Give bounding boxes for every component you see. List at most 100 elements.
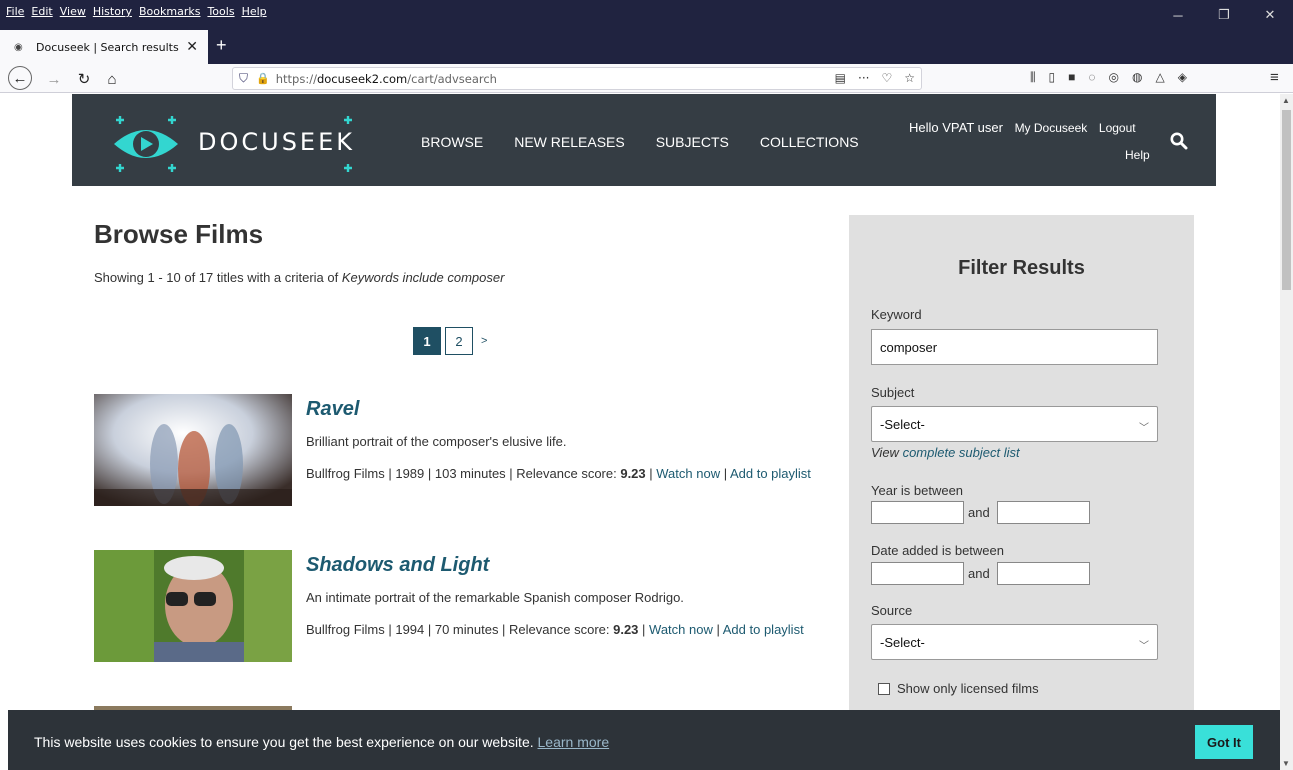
logo-text[interactable]: DOCUSEEK [198,128,355,156]
learn-more-link[interactable]: Learn more [538,734,610,750]
scroll-up-icon[interactable]: ▲ [1282,96,1290,105]
watch-now-link[interactable]: Watch now [649,622,713,637]
next-page-link[interactable]: > [481,335,487,347]
filter-heading: Filter Results [958,257,1085,279]
site-header: DOCUSEEK BROWSE NEW RELEASES SUBJECTS CO… [72,94,1216,186]
menu-edit[interactable]: Edit [31,5,52,18]
main-nav: BROWSE NEW RELEASES SUBJECTS COLLECTIONS [421,134,859,150]
filter-panel: Filter Results Keyword composer Subject … [849,215,1194,770]
sidebar-icon[interactable]: ▯ [1049,70,1056,85]
forward-arrow-icon[interactable]: → [42,67,66,91]
date-to-input[interactable] [997,562,1090,585]
new-tab-icon[interactable]: + [216,35,227,56]
menu-view[interactable]: View [60,5,86,18]
film-title-link[interactable]: Ravel [306,398,359,421]
film-result: Shadows and Light An intimate portrait o… [94,550,814,670]
page-actions-icon[interactable]: ··· [858,71,869,85]
address-bar[interactable]: ⛉ 🔒 https://docuseek2.com/cart/advsearch… [232,67,922,90]
film-thumbnail[interactable] [94,550,292,662]
browser-tab[interactable]: ◉ Docuseek | Search results ✕ [0,30,208,64]
tab-title: Docuseek | Search results [36,40,179,54]
and-label: and [968,505,990,520]
menu-file[interactable]: File [6,5,24,18]
film-title-link[interactable]: Shadows and Light [306,554,489,577]
nav-browse[interactable]: BROWSE [421,134,483,150]
subject-list-text: View complete subject list [871,445,1020,460]
reload-icon[interactable]: ↻ [72,67,96,91]
nav-new-releases[interactable]: NEW RELEASES [514,134,624,150]
licensed-checkbox[interactable] [878,682,890,695]
and-label: and [968,566,990,581]
menu-tools[interactable]: Tools [207,5,234,18]
chevron-down-icon: ﹀ [1139,423,1149,434]
film-result: Ravel Brilliant portrait of the composer… [94,394,814,514]
bookmark-star-icon[interactable]: ☆ [904,71,915,85]
extension-icon[interactable]: ◍ [1132,70,1142,85]
warning-lock-icon[interactable]: 🔒 [256,72,270,85]
add-to-playlist-link[interactable]: Add to playlist [730,466,811,481]
nav-subjects[interactable]: SUBJECTS [656,134,729,150]
source-select[interactable]: -Select- ﹀ [871,624,1158,660]
user-greeting: Hello VPAT user [909,120,1003,135]
reader-view-icon[interactable]: ▤ [835,71,846,85]
extension-icon[interactable]: ◌ [1088,70,1095,85]
close-window-icon[interactable]: ✕ [1247,0,1293,30]
date-added-label: Date added is between [871,543,1004,558]
got-it-button[interactable]: Got It [1195,725,1253,759]
licensed-checkbox-row[interactable]: Show only licensed films [878,681,1039,696]
minimize-icon[interactable]: ─ [1155,0,1201,30]
keyword-label: Keyword [871,307,922,322]
pagination: 1 2 > [413,327,487,355]
relevance-score: 9.23 [620,466,646,481]
web-page: DOCUSEEK BROWSE NEW RELEASES SUBJECTS CO… [0,94,1280,770]
results-summary: Showing 1 - 10 of 17 titles with a crite… [94,270,505,285]
relevance-score: 9.23 [613,622,639,637]
user-nav: Hello VPAT user My Docuseek Logout [909,120,1136,135]
add-to-playlist-link[interactable]: Add to playlist [723,622,804,637]
film-thumbnail[interactable] [94,394,292,506]
search-icon[interactable] [1170,132,1188,150]
extension-icon[interactable]: ■ [1068,70,1075,85]
tab-bar: ◉ Docuseek | Search results ✕ + [0,30,1293,64]
keyword-input[interactable]: composer [871,329,1158,365]
page-title: Browse Films [94,219,264,249]
year-from-input[interactable] [871,501,964,524]
hamburger-menu-icon[interactable]: ≡ [1270,69,1279,86]
home-icon[interactable]: ⌂ [100,67,124,91]
back-arrow-icon[interactable]: ← [8,66,32,90]
subject-select[interactable]: -Select- ﹀ [871,406,1158,442]
shield-icon[interactable]: ⛉ [239,71,248,86]
source-label: Source [871,603,913,618]
scroll-down-icon[interactable]: ▼ [1282,759,1290,768]
help-link[interactable]: Help [1125,148,1150,162]
logout-link[interactable]: Logout [1099,121,1136,135]
menu-history[interactable]: History [93,5,132,18]
extension-icon[interactable]: ◈ [1178,70,1187,85]
subject-list-link[interactable]: complete subject list [903,445,1020,460]
date-from-input[interactable] [871,562,964,585]
watch-now-link[interactable]: Watch now [656,466,720,481]
account-icon[interactable]: ◎ [1109,70,1119,85]
restore-icon[interactable]: ❐ [1201,0,1247,30]
nav-collections[interactable]: COLLECTIONS [760,134,859,150]
pocket-icon[interactable]: ♡ [881,71,892,85]
url-text[interactable]: https://docuseek2.com/cart/advsearch [276,72,497,86]
scrollbar[interactable]: ▲ ▼ [1280,94,1293,770]
scrollbar-thumb[interactable] [1282,110,1291,290]
film-meta: Bullfrog Films | 1994 | 70 minutes | Rel… [306,622,804,637]
my-docuseek-link[interactable]: My Docuseek [1015,121,1088,135]
drive-icon[interactable]: △ [1156,70,1165,85]
menu-help[interactable]: Help [242,5,267,18]
close-tab-icon[interactable]: ✕ [186,39,198,55]
licensed-label: Show only licensed films [897,681,1039,696]
menu-bookmarks[interactable]: Bookmarks [139,5,200,18]
page-1-button[interactable]: 1 [413,327,441,355]
page-2-button[interactable]: 2 [445,327,473,355]
year-to-input[interactable] [997,501,1090,524]
library-icon[interactable]: ⫼ [1030,70,1036,85]
chevron-down-icon: ﹀ [1139,641,1149,652]
window-controls: ─ ❐ ✕ [1155,0,1293,30]
cookie-banner: This website uses cookies to ensure you … [8,710,1280,770]
eye-favicon-icon: ◉ [14,41,23,53]
window-titlebar: File Edit View History Bookmarks Tools H… [0,0,1293,30]
